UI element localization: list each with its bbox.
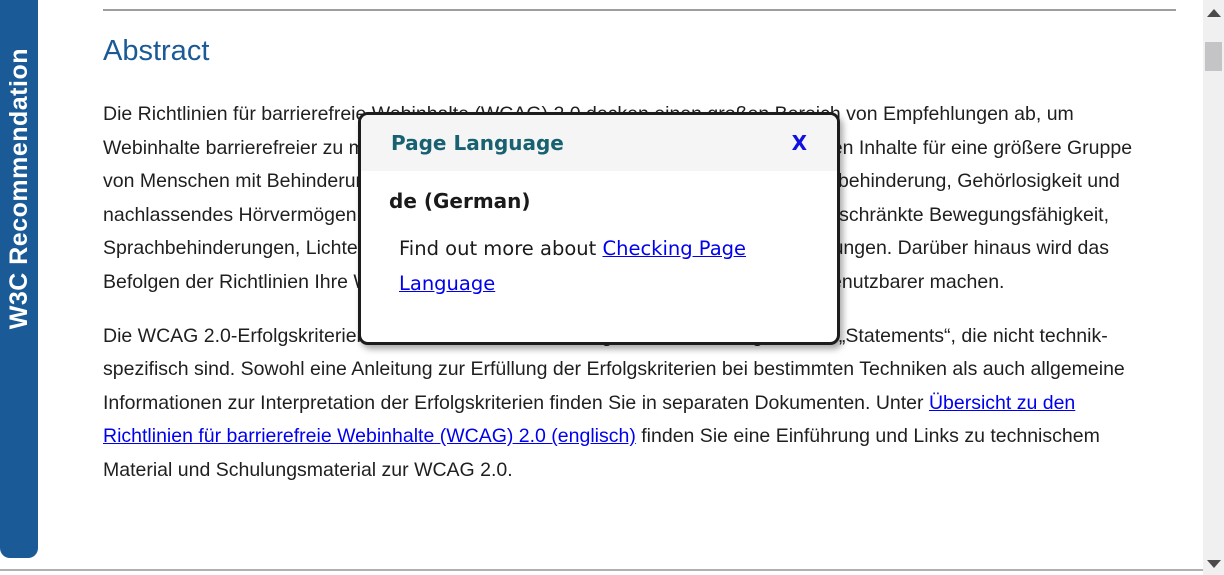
content-bottom-divider [0, 569, 1203, 571]
scroll-down-icon[interactable] [1207, 560, 1221, 568]
scroll-up-icon[interactable] [1207, 9, 1221, 17]
dialog-header: Page Language X [361, 115, 837, 171]
abstract-heading: Abstract [103, 35, 1176, 68]
dialog-text: Find out more about Checking Page Langua… [399, 231, 809, 301]
dialog-title: Page Language [391, 131, 792, 155]
close-button[interactable]: X [792, 131, 807, 155]
language-value: de (German) [389, 189, 809, 213]
scrollbar[interactable] [1203, 0, 1224, 575]
dialog-text-before: Find out more about [399, 237, 602, 260]
w3c-recommendation-banner: W3C Recommendation [0, 0, 38, 558]
page-language-dialog: Page Language X de (German) Find out mor… [358, 112, 840, 345]
dialog-body: de (German) Find out more about Checking… [361, 171, 837, 301]
banner-label: W3C Recommendation [5, 48, 34, 329]
scrollbar-thumb[interactable] [1205, 42, 1222, 71]
section-divider [103, 9, 1176, 11]
